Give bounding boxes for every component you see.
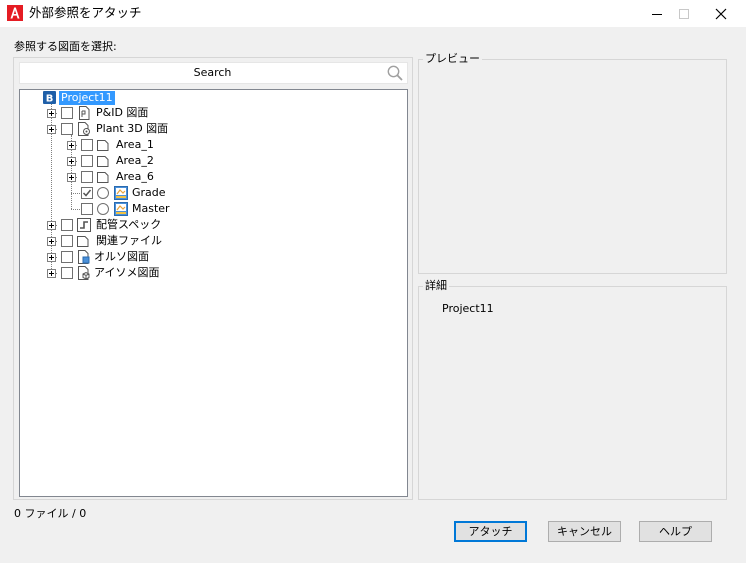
search-placeholder: Search [193,66,232,79]
tree-checkbox[interactable] [81,203,93,215]
tree-checkbox[interactable] [61,123,73,135]
plant3d-drawing-icon [78,122,90,136]
tree-item-plant3d[interactable]: Plant 3D 図面 [96,122,168,136]
tree-item-related-files[interactable]: 関連ファイル [96,234,162,248]
tree-checkbox[interactable] [61,267,73,279]
folder-icon [97,172,109,183]
details-title: 詳細 [423,279,449,292]
pipe-spec-icon [77,218,91,232]
help-button[interactable]: ヘルプ [639,521,712,542]
attach-button[interactable]: アタッチ [454,521,527,542]
expand-icon[interactable] [67,141,76,150]
svg-text:B: B [46,94,54,105]
tree-item-area6[interactable]: Area_6 [116,170,154,184]
tree-connector [71,209,80,210]
tree-item-master[interactable]: Master [132,202,170,216]
folder-icon [97,156,109,167]
tree-checkbox[interactable] [81,155,93,167]
expand-icon[interactable] [47,109,56,118]
tree-checkbox-checked[interactable] [81,187,93,199]
tree-connector [71,193,80,194]
tree-radio[interactable] [97,203,109,215]
tree-root-project[interactable]: Project11 [59,91,115,105]
file-count-status: 0 ファイル / 0 [14,507,87,520]
tree-checkbox[interactable] [61,251,73,263]
iso-drawing-icon [78,266,90,280]
folder-icon [97,140,109,151]
drawing-file-icon [114,186,128,200]
search-input[interactable]: Search [19,62,408,84]
expand-icon[interactable] [47,269,56,278]
checkmark-icon [82,189,92,197]
tree-item-ortho[interactable]: オルソ図面 [94,250,149,264]
tree-item-iso[interactable]: アイソメ図面 [94,266,159,280]
tree-checkbox[interactable] [81,139,93,151]
drawing-file-icon [114,202,128,216]
cancel-button[interactable]: キャンセル [548,521,621,542]
tree-item-pipe-spec[interactable]: 配管スペック [96,218,161,232]
expand-icon[interactable] [47,125,56,134]
details-value: Project11 [442,302,494,315]
tree-checkbox[interactable] [61,107,73,119]
pid-drawing-icon [79,106,90,120]
preview-title: プレビュー [423,52,482,65]
tree-checkbox[interactable] [61,235,73,247]
minimize-icon [652,13,662,15]
close-icon [715,8,727,19]
project-icon: B [43,91,56,104]
tree-radio[interactable] [97,187,109,199]
details-panel [418,286,727,500]
expand-icon[interactable] [47,221,56,230]
search-icon[interactable] [386,64,404,82]
tree-checkbox[interactable] [81,171,93,183]
maximize-button [667,0,701,27]
autocad-logo-icon [7,5,23,21]
expand-icon[interactable] [67,173,76,182]
expand-icon[interactable] [47,237,56,246]
tree-checkbox[interactable] [61,219,73,231]
ortho-drawing-icon [78,250,90,264]
preview-panel [418,59,727,274]
window-title: 外部参照をアタッチ [29,5,142,20]
maximize-icon [679,8,689,19]
select-drawing-label: 参照する図面を選択: [14,40,117,53]
tree-item-area1[interactable]: Area_1 [116,138,154,152]
expand-icon[interactable] [47,253,56,262]
close-button[interactable] [704,0,738,27]
tree-item-area2[interactable]: Area_2 [116,154,154,168]
folder-icon [77,236,89,247]
tree-item-grade[interactable]: Grade [132,186,166,200]
tree-item-pid[interactable]: P&ID 図面 [96,106,148,120]
drawing-tree: B Project11 P&ID 図面 Plant 3D 図面 Area_1 A… [20,90,407,496]
expand-icon[interactable] [67,157,76,166]
